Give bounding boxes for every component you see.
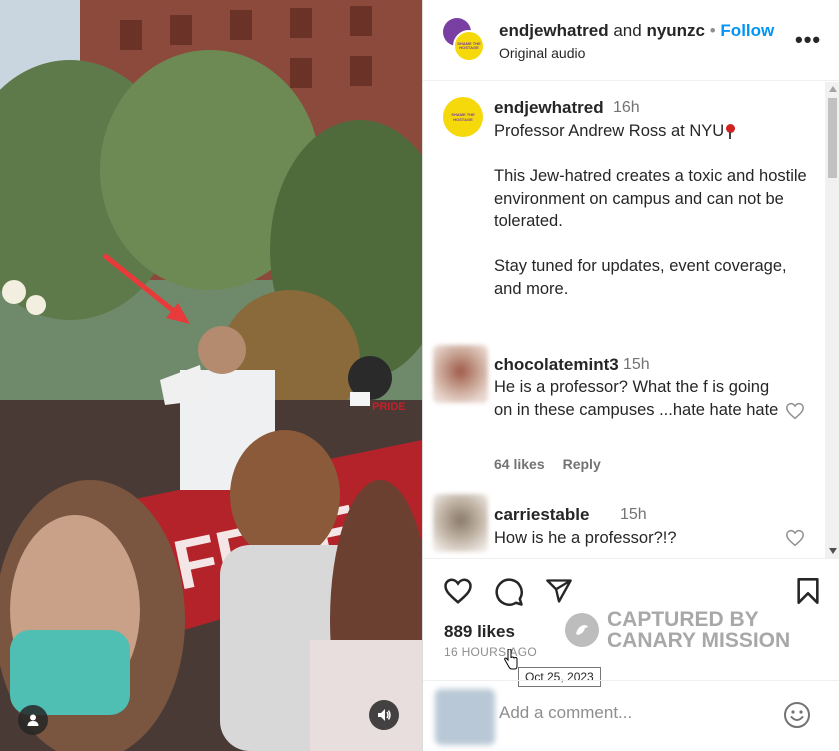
watermark-line-2: CANARY MISSION [607,629,791,652]
caption-username-link[interactable]: endjewhatred [494,98,604,118]
bookmark-icon[interactable] [795,577,821,605]
scroll-down-arrow-icon[interactable] [829,548,837,554]
audio-toggle-button[interactable] [369,700,399,730]
comment-like-count[interactable]: 64 likes [494,456,545,472]
caption-line-1: Professor Andrew Ross at NYU [494,122,725,140]
original-audio-link[interactable]: Original audio [499,45,585,61]
tagged-users-button[interactable] [18,705,48,735]
caption-author-avatar[interactable]: SHAME THE HOSTAGE [443,97,483,137]
pushpin-emoji-icon [726,124,736,139]
comment-like-heart-icon[interactable] [785,529,805,547]
authors-conjunction: and [613,21,642,40]
watermark-line-1: CAPTURED BY [607,608,759,631]
comment-reply-button[interactable]: Reply [563,456,601,472]
add-comment-bar [423,680,839,751]
hand-cursor-icon [504,649,518,670]
post-details-panel: SHAME THE HOSTAGE endjewhatred and nyunz… [422,0,839,751]
scrollbar-thumb[interactable] [828,98,837,178]
like-heart-icon[interactable] [443,577,473,605]
comment-icon[interactable] [494,577,524,607]
current-user-avatar [435,689,495,745]
comments-section: SHAME THE HOSTAGE endjewhatred 16h Profe… [423,82,839,558]
emoji-icon[interactable] [783,701,811,729]
caption-paragraph-2: This Jew-hatred creates a toxic and host… [494,167,807,230]
scroll-up-arrow-icon[interactable] [829,86,837,92]
caption-paragraph-3: Stay tuned for updates, event coverage, … [494,257,787,298]
post-authors: endjewhatred and nyunzc • Follow [499,21,774,41]
post-header: SHAME THE HOSTAGE endjewhatred and nyunz… [423,0,839,81]
post-timestamp[interactable]: 16 HOURS AGO [444,645,537,659]
author-username-link[interactable]: endjewhatred [499,21,609,40]
pride-sign-text: PRIDE [372,401,406,413]
comment-timestamp[interactable]: 15h [623,356,650,374]
comment-timestamp[interactable]: 15h [620,506,647,524]
comment-text: How is he a professor?!? [494,529,677,547]
video-frame: FREE PRIDE [0,0,422,751]
comment-like-heart-icon[interactable] [785,402,805,420]
share-icon[interactable] [544,577,574,605]
coauthor-username-link[interactable]: nyunzc [646,21,705,40]
caption-timestamp[interactable]: 16h [613,99,640,117]
comment-username-link[interactable]: chocolatemint3 [494,355,619,375]
author-avatar[interactable]: SHAME THE HOSTAGE [453,30,485,62]
comment-meta: 64 likes Reply [494,456,619,472]
comments-scrollbar[interactable] [825,82,839,558]
follow-button[interactable]: Follow [720,21,774,40]
more-options-button[interactable]: ••• [795,29,821,51]
add-comment-input[interactable] [499,703,759,723]
comment-avatar[interactable] [433,345,488,403]
post-like-count[interactable]: 889 likes [444,622,515,642]
user-tag-icon [27,714,39,726]
caption-text: Professor Andrew Ross at NYU This Jew-ha… [494,120,814,300]
canary-bird-icon [565,613,599,647]
post-media-video[interactable]: FREE PRIDE [0,0,422,751]
header-separator: • [709,21,716,40]
speaker-icon [378,709,391,721]
author-avatars[interactable]: SHAME THE HOSTAGE [443,18,487,62]
comment-avatar[interactable] [433,494,488,552]
post-actions: CAPTURED BY CANARY MISSION 889 likes 16 … [423,558,839,687]
canary-mission-watermark: CAPTURED BY CANARY MISSION [565,605,805,651]
caption-avatar-text: SHAME THE HOSTAGE [451,112,475,122]
comment-text: He is a professor? What the f is going o… [494,378,779,419]
comment-username-link[interactable]: carriestable [494,505,589,525]
author-avatar-text: SHAME THE HOSTAGE [457,41,481,50]
